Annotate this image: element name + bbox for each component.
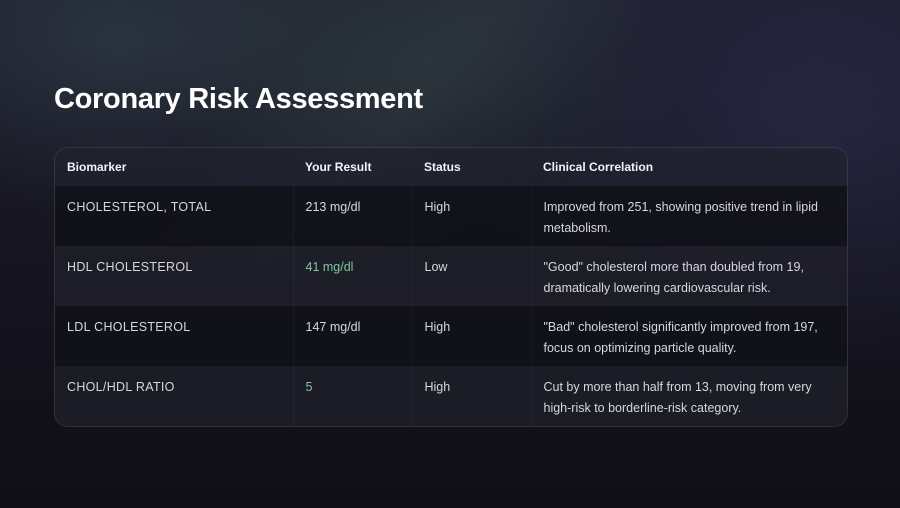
table-row: CHOLESTEROL, TOTAL 213 mg/dl High Improv… xyxy=(55,186,847,246)
status-cell: High xyxy=(411,186,531,246)
column-header-biomarker: Biomarker xyxy=(67,160,127,174)
result-cell: 213 mg/dl xyxy=(292,186,412,246)
table-row: CHOL/HDL RATIO 5 High Cut by more than h… xyxy=(55,366,847,426)
correlation-cell: Improved from 251, showing positive tren… xyxy=(530,186,847,246)
risk-table-container: Biomarker Your Result Status Clinical Co… xyxy=(54,147,848,427)
result-cell: 5 xyxy=(292,366,412,426)
status-cell: Low xyxy=(411,246,531,306)
table-header-row: Biomarker Your Result Status Clinical Co… xyxy=(55,148,847,186)
correlation-cell: "Good" cholesterol more than doubled fro… xyxy=(530,246,847,306)
correlation-cell: Cut by more than half from 13, moving fr… xyxy=(530,366,847,426)
biomarker-cell: LDL CHOLESTEROL xyxy=(67,320,191,334)
page-title: Coronary Risk Assessment xyxy=(54,83,423,115)
table-row: HDL CHOLESTEROL 41 mg/dl Low "Good" chol… xyxy=(55,246,847,306)
status-cell: High xyxy=(411,366,531,426)
risk-assessment-table: Biomarker Your Result Status Clinical Co… xyxy=(55,148,847,426)
biomarker-cell: CHOLESTEROL, TOTAL xyxy=(67,200,212,214)
result-cell: 147 mg/dl xyxy=(292,306,412,366)
biomarker-cell: HDL CHOLESTEROL xyxy=(67,260,193,274)
table-row: LDL CHOLESTEROL 147 mg/dl High "Bad" cho… xyxy=(55,306,847,366)
column-header-status: Status xyxy=(424,160,461,174)
result-cell: 41 mg/dl xyxy=(292,246,412,306)
biomarker-cell: CHOL/HDL RATIO xyxy=(67,380,175,394)
column-header-correlation: Clinical Correlation xyxy=(543,160,654,174)
status-cell: High xyxy=(411,306,531,366)
correlation-cell: "Bad" cholesterol significantly improved… xyxy=(530,306,847,366)
column-header-result: Your Result xyxy=(305,160,372,174)
